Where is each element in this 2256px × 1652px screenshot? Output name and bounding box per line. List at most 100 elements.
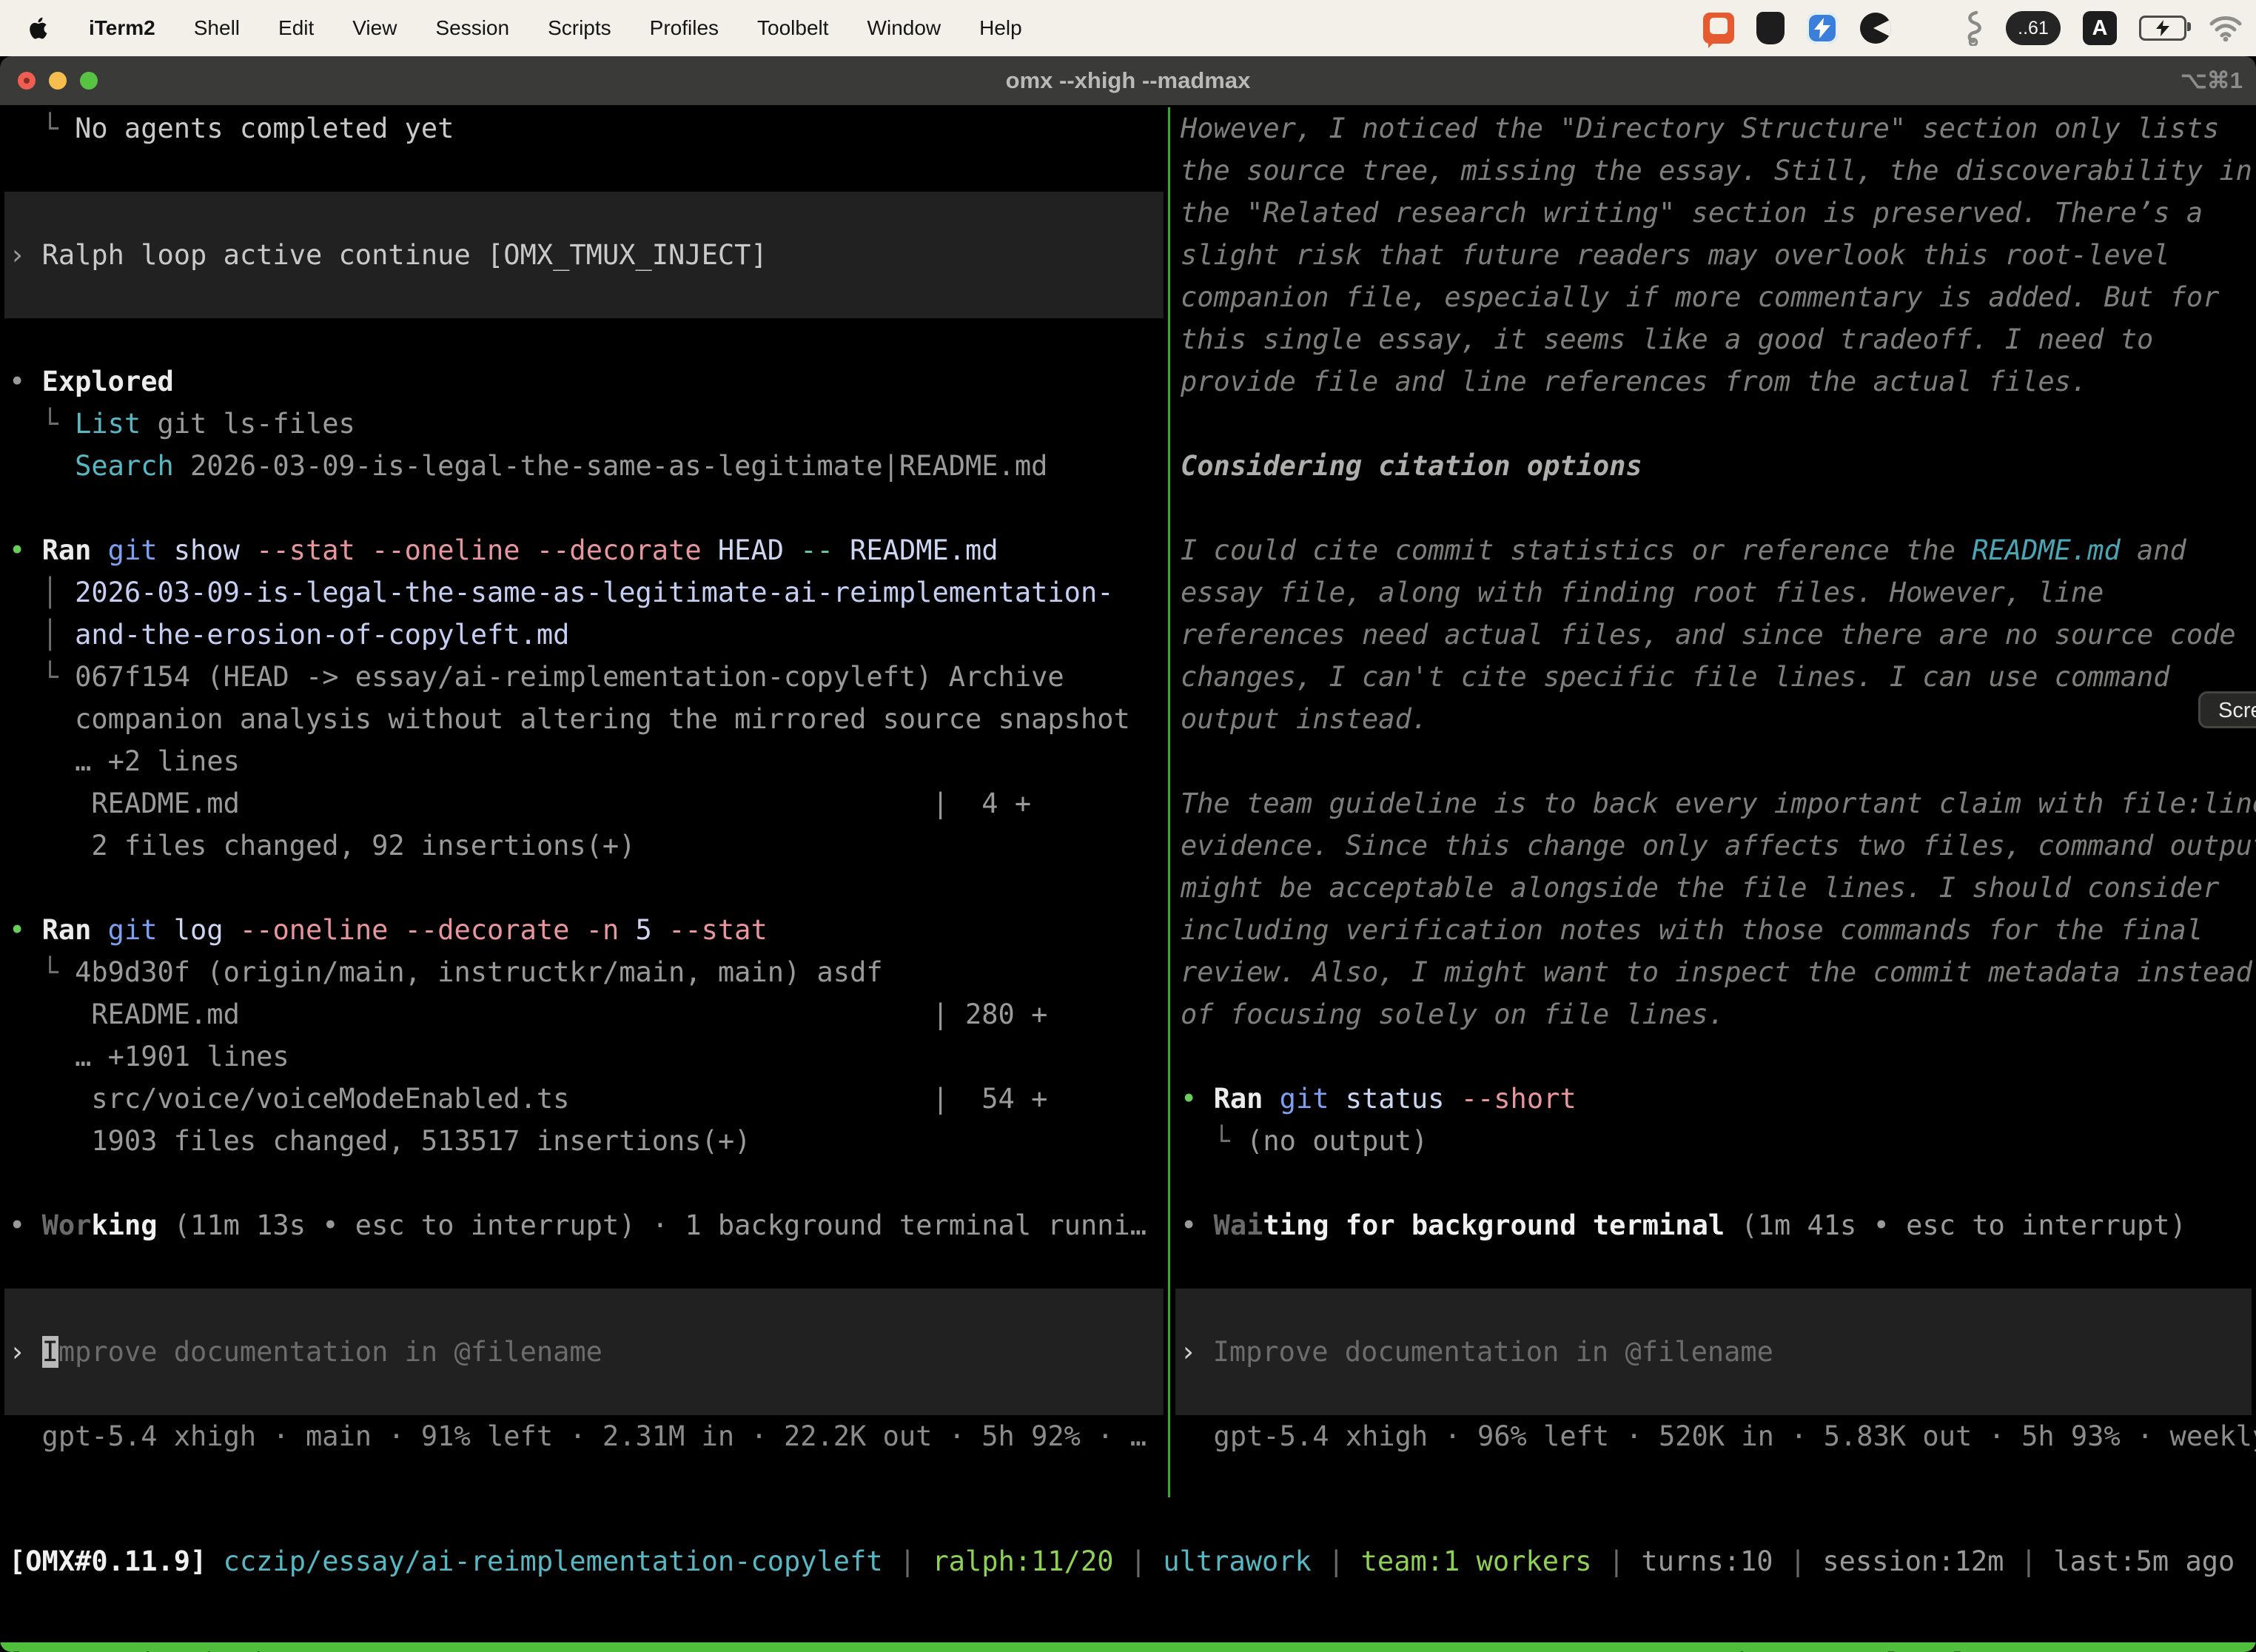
text-segment: companion analysis without altering the … (75, 703, 1130, 735)
input-source-icon[interactable]: A (2083, 11, 2117, 45)
text-segment: show (174, 534, 256, 566)
text-segment: └ (1181, 1125, 1246, 1157)
omx-status-bar: [OMX#0.11.9] cczip/essay/ai-reimplementa… (9, 1540, 2256, 1582)
prompt-chevron: › (1180, 1336, 1213, 1368)
screenshot-notification-fragment: Scre (2198, 691, 2256, 728)
menu-item-help[interactable]: Help (979, 16, 1022, 40)
ran-git-show: • Ran git show --stat --oneline --decora… (9, 529, 1168, 571)
text-segment: ting for background terminal (1263, 1209, 1725, 1241)
text-segment: └ (9, 956, 75, 988)
text-segment: 1903 files changed, 513517 insertions(+) (9, 1125, 751, 1157)
text-segment: and (2121, 534, 2186, 566)
grid-shield-icon[interactable] (1756, 12, 1785, 44)
text-segment: | (1114, 1545, 1164, 1577)
pie-circle-icon[interactable] (1860, 13, 1891, 44)
text-segment: … +2 lines (75, 745, 240, 777)
text-segment: 2 files changed, 92 insertions(+) (9, 830, 635, 862)
text-segment: • (9, 914, 42, 946)
menu-item-iterm2[interactable]: iTerm2 (89, 16, 155, 40)
text-segment: │ (9, 619, 75, 651)
show-stat-readme: README.md | 4 + (9, 782, 1168, 825)
reasoning: companion file, especially if more comme… (1181, 276, 2256, 318)
menu-item-window[interactable]: Window (867, 16, 941, 40)
text-segment: king (91, 1209, 157, 1241)
menu-items: iTerm2 Shell Edit View Session Scripts Profile… (89, 16, 1022, 40)
text-segment: -- (800, 534, 850, 566)
log-elided: … +1901 lines (9, 1035, 1168, 1078)
squiggle-icon[interactable] (1964, 10, 1984, 46)
text-segment: Ran (42, 534, 108, 566)
text-segment: └ (9, 113, 75, 144)
right-terminal-pane[interactable]: However, I noticed the "Directory Struct… (1171, 107, 2256, 1457)
text-segment: --stat --oneline --decorate (256, 534, 718, 566)
text-segment: └ (9, 661, 75, 693)
agents-status-line: └ No agents completed yet (9, 107, 1168, 150)
menu-item-toolbelt[interactable]: Toolbelt (757, 16, 829, 40)
text-segment: 067f154 (HEAD -> essay/ai-reimplementati… (75, 661, 1064, 693)
menu-item-scripts[interactable]: Scripts (548, 16, 611, 40)
show-filename-2: │ and-the-erosion-of-copyleft.md (9, 614, 1168, 656)
model-status-line: gpt-5.4 xhigh · 96% left · 520K in · 5.8… (1181, 1415, 2256, 1457)
menu-item-profiles[interactable]: Profiles (650, 16, 719, 40)
waiting-status-line: • Waiting for background terminal (1m 41… (1181, 1204, 2256, 1246)
text-segment: companion file, especially if more comme… (1181, 281, 2219, 313)
reasoning: I could cite commit statistics or refere… (1181, 529, 2256, 571)
text-segment: of focusing solely on file lines. (1181, 998, 1725, 1030)
window-title-bar[interactable]: omx --xhigh --madmax ⌥⌘1 (0, 56, 2256, 105)
text-segment: log (174, 914, 240, 946)
text-segment: last:5m ago (2053, 1545, 2235, 1577)
terminal-area: └ No agents completed yet• Explored └ Li… (0, 105, 2256, 1652)
left-terminal-pane[interactable]: └ No agents completed yet• Explored └ Li… (0, 107, 1168, 1457)
log-commit: └ 4b9d30f (origin/main, instructkr/main,… (9, 951, 1168, 993)
text-segment: README.md (1972, 534, 2120, 566)
text-segment (9, 1041, 75, 1072)
text-segment: ralph:11/20 (932, 1545, 1113, 1577)
reasoning: references need actual files, and since … (1181, 614, 2256, 656)
omx-status-line: [OMX#0.11.9] cczip/essay/ai-reimplementa… (9, 1540, 2256, 1582)
terminal-line (1181, 487, 2256, 529)
surge-badge-icon[interactable] (1807, 13, 1838, 44)
battery-icon[interactable] (2139, 16, 2186, 41)
text-segment: README.md (850, 534, 998, 566)
text-segment: git (108, 914, 174, 946)
prompt-chevron: › (9, 1336, 42, 1368)
text-segment: and-the-erosion-of-copyleft.md (75, 619, 569, 651)
text-segment: 2026-03-09-is-legal-the-same-as-legitima… (174, 450, 1048, 482)
timer-badge-icon[interactable]: ..61 (2006, 11, 2061, 45)
terminal-line (1181, 1035, 2256, 1078)
wifi-icon[interactable] (2209, 15, 2243, 41)
reasoning: slight risk that future readers may over… (1181, 234, 2256, 276)
ran-git-status: • Ran git status --short (1181, 1078, 2256, 1120)
menu-item-shell[interactable]: Shell (194, 16, 240, 40)
text-segment (207, 1545, 223, 1577)
dots-grid-icon[interactable] (1913, 14, 1942, 43)
menu-item-view[interactable]: View (352, 16, 397, 40)
log-stat-readme: README.md | 280 + (9, 993, 1168, 1035)
text-segment: team:1 workers (1361, 1545, 1592, 1577)
reasoning: essay file, along with finding root file… (1181, 571, 2256, 614)
chat-badge-inner (1710, 18, 1728, 34)
reasoning: changes, I can't cite specific file line… (1181, 656, 2256, 698)
menu-item-edit[interactable]: Edit (278, 16, 314, 40)
log-stat-summary: 1903 files changed, 513517 insertions(+) (9, 1120, 1168, 1162)
text-segment: this single essay, it seems like a good … (1181, 323, 2153, 355)
pane-divider[interactable] (1168, 107, 1170, 1497)
tmux-host-clock-label: "MacBook-Pro-44.local" 04:52 31-Mar-26 (1622, 1642, 2249, 1652)
text-segment: • (9, 1209, 42, 1241)
injected-message-text: Ralph loop active continue [OMX_TMUX_INJ… (42, 239, 768, 271)
right-prompt-input[interactable]: › Improve documentation in @filename (1175, 1289, 2252, 1415)
text-segment: | (883, 1545, 933, 1577)
left-prompt-input[interactable]: › Improve documentation in @filename (4, 1289, 1164, 1415)
text-segment: might be acceptable alongside the file l… (1181, 872, 2219, 904)
text-segment: | (1773, 1545, 1823, 1577)
explored-header: • Explored (9, 360, 1168, 403)
reasoning-header: Considering citation options (1181, 445, 2256, 487)
reasoning: However, I noticed the "Directory Struct… (1181, 107, 2256, 150)
apple-menu-icon[interactable] (28, 15, 50, 41)
text-segment: Ran (1214, 1083, 1280, 1115)
chat-badge-icon[interactable] (1703, 13, 1734, 44)
menu-item-session[interactable]: Session (435, 16, 509, 40)
text-segment: (1m 41s • esc to interrupt) (1725, 1209, 2186, 1241)
text-segment: Explored (42, 366, 174, 397)
text-segment: Search (75, 450, 174, 482)
